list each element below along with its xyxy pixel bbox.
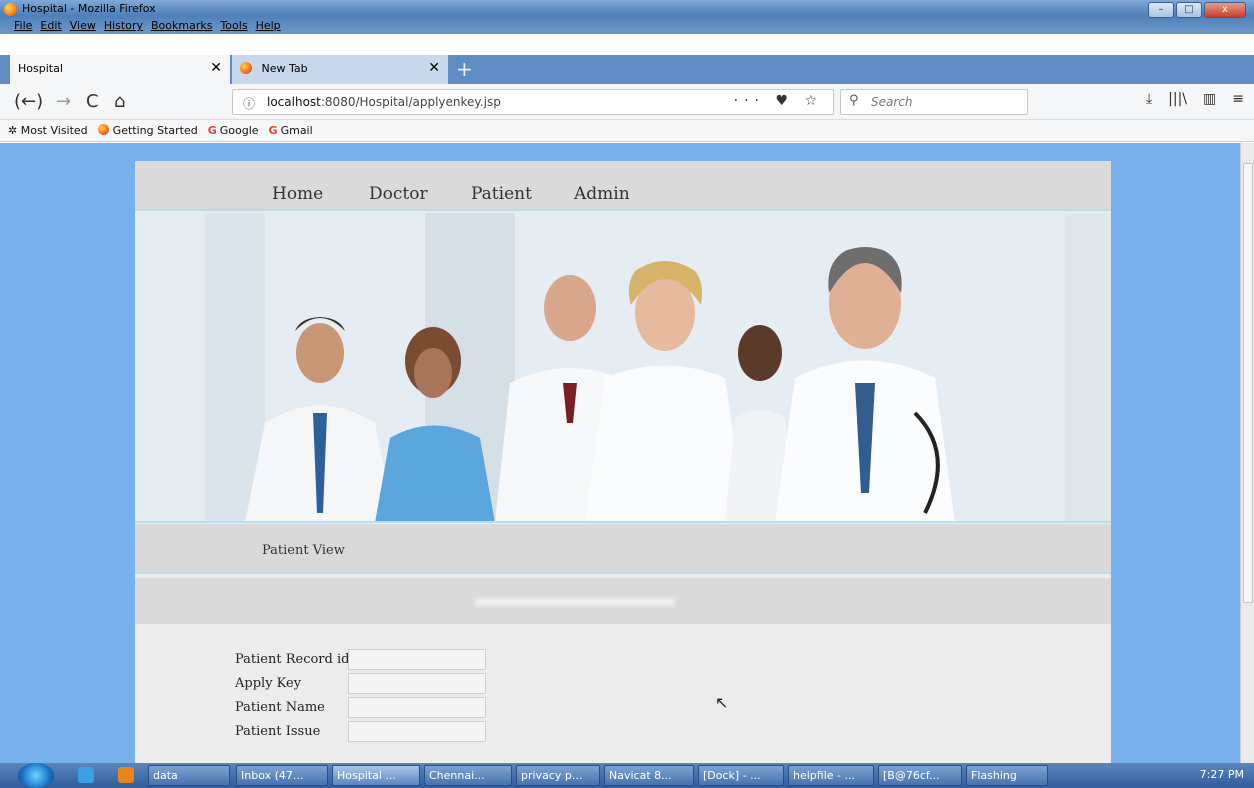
doctors-illustration bbox=[135, 213, 1111, 521]
taskbar-item-helpfile[interactable]: helpfile - ... bbox=[788, 765, 874, 786]
home-button[interactable]: ⌂ bbox=[114, 91, 125, 112]
windows-taskbar: data Inbox (47... Hospital ... Chennai..… bbox=[0, 763, 1254, 788]
menu-tools[interactable]: Tools bbox=[220, 19, 247, 32]
taskbar-item-flashing[interactable]: Flashing bbox=[966, 765, 1048, 786]
menu-edit[interactable]: Edit bbox=[40, 19, 61, 32]
bookmark-most-visited[interactable]: ✲ Most Visited bbox=[8, 124, 88, 137]
search-bar[interactable]: ⚲ Search bbox=[840, 89, 1028, 115]
site-container: Home Doctor Patient Admin Patient View P… bbox=[135, 161, 1111, 763]
page-viewport: Home Doctor Patient Admin Patient View P… bbox=[0, 143, 1240, 763]
nav-admin-link[interactable]: Admin bbox=[574, 184, 630, 204]
patient-issue-label: Patient Issue bbox=[235, 724, 321, 739]
menu-help[interactable]: Help bbox=[256, 19, 281, 32]
site-info-icon[interactable]: ⓘ bbox=[243, 95, 255, 112]
start-button-icon[interactable] bbox=[18, 763, 54, 788]
hero-doctors-image bbox=[135, 213, 1111, 523]
apply-key-label: Apply Key bbox=[235, 676, 302, 691]
section-bar: Patient View bbox=[135, 524, 1111, 574]
bookmark-label: Most Visited bbox=[20, 124, 88, 137]
search-placeholder: Search bbox=[871, 95, 913, 109]
bookmark-google[interactable]: G Google bbox=[208, 124, 259, 137]
window-title: Hospital - Mozilla Firefox bbox=[22, 2, 156, 15]
firefox-icon bbox=[240, 62, 252, 74]
google-icon: G bbox=[207, 124, 217, 137]
patient-name-label: Patient Name bbox=[235, 700, 325, 715]
taskbar-item-chennai[interactable]: Chennai... bbox=[424, 765, 512, 786]
url-host: localhost bbox=[267, 95, 321, 109]
apply-key-field[interactable] bbox=[348, 673, 486, 694]
nav-doctor-link[interactable]: Doctor bbox=[369, 184, 428, 204]
taskbar-item-b76cf[interactable]: [B@76cf... bbox=[878, 765, 962, 786]
bookmark-label: Google bbox=[219, 124, 259, 137]
close-tab-icon[interactable]: ✕ bbox=[210, 60, 222, 76]
system-clock[interactable]: 7:27 PM bbox=[1200, 768, 1244, 781]
new-tab-button[interactable]: + bbox=[456, 57, 473, 81]
firefox-logo-icon bbox=[4, 3, 17, 16]
navigation-toolbar: (←) → C ⌂ ⓘ localhost:8080/Hospital/appl… bbox=[0, 84, 1254, 120]
google-icon: G bbox=[268, 124, 278, 137]
library-icon[interactable]: |||\ bbox=[1168, 91, 1187, 107]
url-path: :8080/Hospital/applyenkey.jsp bbox=[320, 95, 501, 109]
bookmark-label: Gmail bbox=[280, 124, 313, 137]
reload-button[interactable]: C bbox=[86, 91, 99, 112]
close-tab-icon[interactable]: ✕ bbox=[428, 60, 440, 76]
downloads-icon[interactable]: ⤓ bbox=[1146, 91, 1152, 107]
menu-history[interactable]: History bbox=[104, 19, 143, 32]
taskbar-item-privacy[interactable]: privacy p... bbox=[516, 765, 600, 786]
minimize-button[interactable]: – bbox=[1148, 2, 1174, 18]
taskbar-item-hospital[interactable]: Hospital ... bbox=[332, 765, 420, 786]
ie-icon[interactable] bbox=[78, 767, 94, 783]
close-window-button[interactable]: x bbox=[1204, 2, 1246, 18]
mouse-cursor-icon: ↖ bbox=[715, 693, 729, 712]
tab-label: Hospital bbox=[18, 62, 63, 75]
tab-new-tab[interactable]: New Tab ✕ bbox=[232, 55, 448, 84]
blurred-banner-text bbox=[475, 598, 675, 606]
bookmark-gmail[interactable]: G Gmail bbox=[269, 124, 313, 137]
nav-patient-link[interactable]: Patient bbox=[471, 184, 532, 204]
patient-record-id-label: Patient Record id bbox=[235, 652, 350, 667]
tab-strip: Hospital ✕ New Tab ✕ + bbox=[0, 55, 1254, 84]
site-nav: Home Doctor Patient Admin bbox=[135, 161, 1111, 211]
title-banner bbox=[135, 578, 1111, 624]
menu-bar: File Edit View History Bookmarks Tools H… bbox=[14, 19, 281, 32]
section-title: Patient View bbox=[262, 543, 345, 558]
patient-name-field[interactable] bbox=[348, 697, 486, 718]
window-title-bar: Hospital - Mozilla Firefox File Edit Vie… bbox=[0, 0, 1254, 34]
taskbar-item-navicat[interactable]: Navicat 8... bbox=[604, 765, 694, 786]
page-actions-icon[interactable]: ··· ♥ ☆ bbox=[734, 93, 823, 109]
menu-bookmarks[interactable]: Bookmarks bbox=[151, 19, 212, 32]
window-controls: – □ x bbox=[1148, 2, 1246, 18]
bookmark-getting-started[interactable]: Getting Started bbox=[97, 124, 198, 137]
taskbar-item-data[interactable]: data bbox=[148, 765, 230, 786]
scrollbar-thumb[interactable] bbox=[1243, 163, 1253, 603]
tab-hospital[interactable]: Hospital ✕ bbox=[10, 55, 230, 84]
patient-issue-field[interactable] bbox=[348, 721, 486, 742]
taskbar-item-inbox[interactable]: Inbox (47... bbox=[236, 765, 328, 786]
search-icon: ⚲ bbox=[849, 93, 859, 108]
patient-record-id-field[interactable] bbox=[348, 649, 486, 670]
media-player-icon[interactable] bbox=[118, 767, 134, 783]
bookmark-label: Getting Started bbox=[112, 124, 198, 137]
forward-button[interactable]: → bbox=[56, 91, 71, 112]
url-text[interactable]: localhost:8080/Hospital/applyenkey.jsp bbox=[267, 95, 501, 109]
menu-view[interactable]: View bbox=[70, 19, 96, 32]
bookmarks-toolbar: ✲ Most Visited Getting Started G Google G… bbox=[0, 120, 1254, 142]
menu-icon[interactable]: ≡ bbox=[1232, 91, 1244, 107]
toolbar-right: ⤓ |||\ ▥ ≡ bbox=[1146, 91, 1244, 107]
taskbar-item-dock[interactable]: [Dock] - ... bbox=[698, 765, 784, 786]
nav-home-link[interactable]: Home bbox=[272, 184, 323, 204]
tab-label: New Tab bbox=[261, 62, 308, 75]
url-bar[interactable]: ⓘ localhost:8080/Hospital/applyenkey.jsp… bbox=[232, 89, 834, 115]
menu-file[interactable]: File bbox=[14, 19, 32, 32]
firefox-icon bbox=[97, 124, 109, 135]
maximize-button[interactable]: □ bbox=[1176, 2, 1202, 18]
back-button[interactable]: (←) bbox=[14, 91, 43, 112]
gear-icon: ✲ bbox=[8, 124, 21, 137]
sidebar-icon[interactable]: ▥ bbox=[1203, 91, 1216, 107]
page-scrollbar[interactable] bbox=[1240, 143, 1254, 763]
